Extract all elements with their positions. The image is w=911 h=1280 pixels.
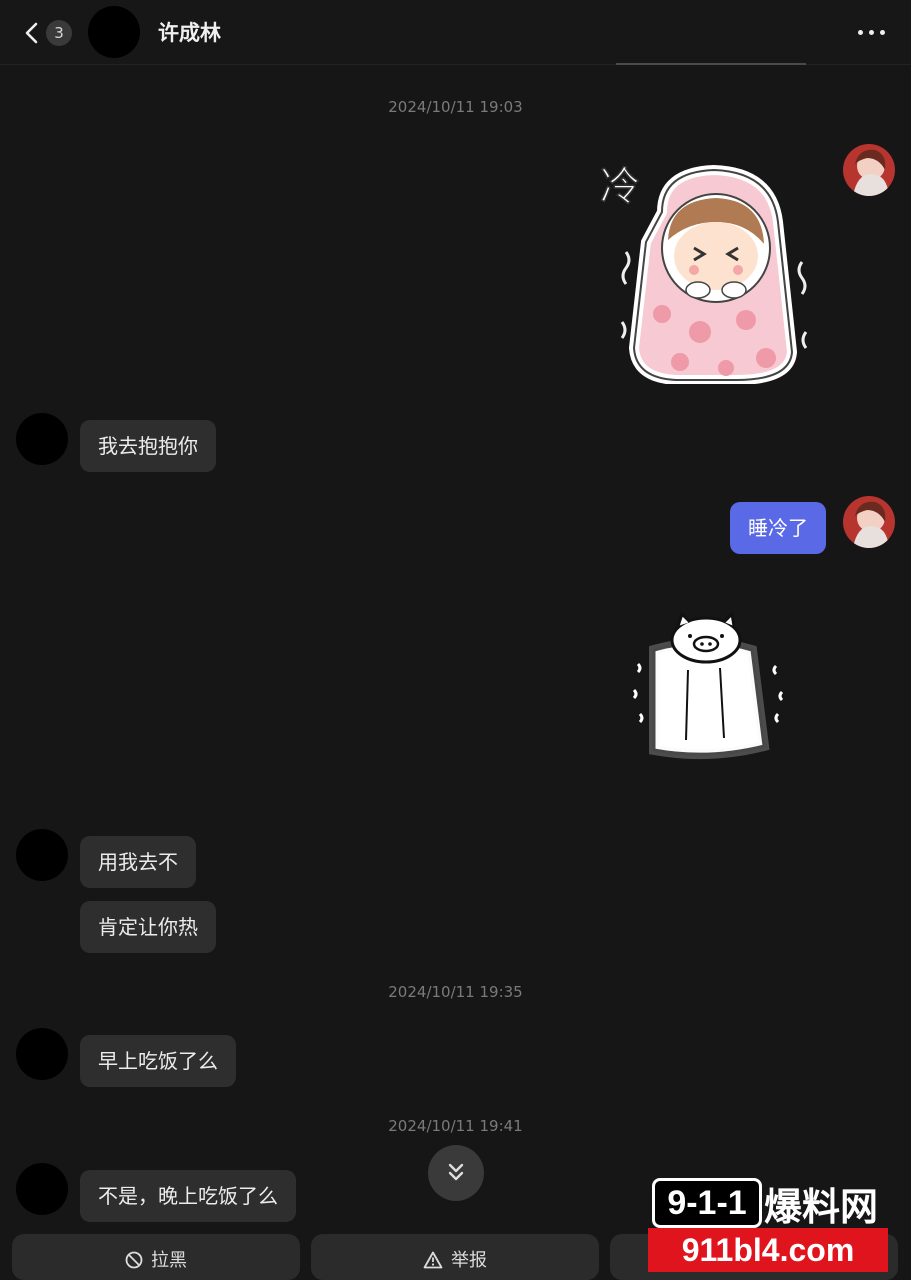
watermark-top: 9-1-1 爆料网 <box>648 1174 898 1229</box>
more-options-button[interactable] <box>850 16 894 48</box>
chevron-left-icon <box>25 22 38 44</box>
unread-count-badge: 3 <box>46 20 72 46</box>
scroll-to-bottom-button[interactable] <box>428 1145 484 1201</box>
message-timestamp: 2024/10/11 19:41 <box>388 1117 523 1135</box>
sticker-cold-blanket-girl[interactable]: 冷 <box>596 152 816 385</box>
watermark-logo: 9-1-1 爆料网 911bl4.com <box>648 1174 898 1278</box>
more-dot-icon <box>869 30 874 35</box>
message-timestamp: 2024/10/11 19:35 <box>388 983 523 1001</box>
more-dot-icon <box>858 30 863 35</box>
report-button[interactable]: 举报 <box>311 1234 599 1280</box>
contact-avatar-small[interactable] <box>16 1163 68 1215</box>
my-avatar[interactable] <box>843 144 895 196</box>
block-button[interactable]: 拉黑 <box>12 1234 300 1280</box>
report-button-label: 举报 <box>451 1250 487 1271</box>
warning-icon <box>423 1251 443 1269</box>
watermark-cn-text: 爆料网 <box>764 1185 879 1229</box>
contact-avatar[interactable] <box>88 6 140 58</box>
contact-name: 许成林 <box>158 21 221 45</box>
chat-header: 3 许成林 <box>0 0 911 65</box>
back-button[interactable]: 3 <box>20 16 80 50</box>
received-message-bubble[interactable]: 用我去不 <box>80 836 196 888</box>
watermark-url: 911bl4.com <box>648 1228 888 1272</box>
more-dot-icon <box>880 30 885 35</box>
header-divider <box>616 63 806 65</box>
received-message-bubble[interactable]: 不是，晚上吃饭了么 <box>80 1170 296 1222</box>
watermark-box-text: 9-1-1 <box>652 1178 762 1228</box>
message-timestamp: 2024/10/11 19:03 <box>388 98 523 116</box>
contact-avatar-small[interactable] <box>16 829 68 881</box>
contact-avatar-small[interactable] <box>16 413 68 465</box>
block-button-label: 拉黑 <box>151 1250 187 1271</box>
received-message-bubble[interactable]: 早上吃饭了么 <box>80 1035 236 1087</box>
received-message-bubble[interactable]: 我去抱抱你 <box>80 420 216 472</box>
contact-avatar-small[interactable] <box>16 1028 68 1080</box>
received-message-bubble[interactable]: 肯定让你热 <box>80 901 216 953</box>
block-icon <box>125 1251 143 1269</box>
sticker-cold-pig-blanket[interactable] <box>628 610 798 762</box>
sticker-text: 冷 <box>600 164 640 210</box>
double-chevron-down-icon <box>448 1163 464 1181</box>
my-avatar[interactable] <box>843 496 895 548</box>
sent-message-bubble[interactable]: 睡冷了 <box>730 502 826 554</box>
